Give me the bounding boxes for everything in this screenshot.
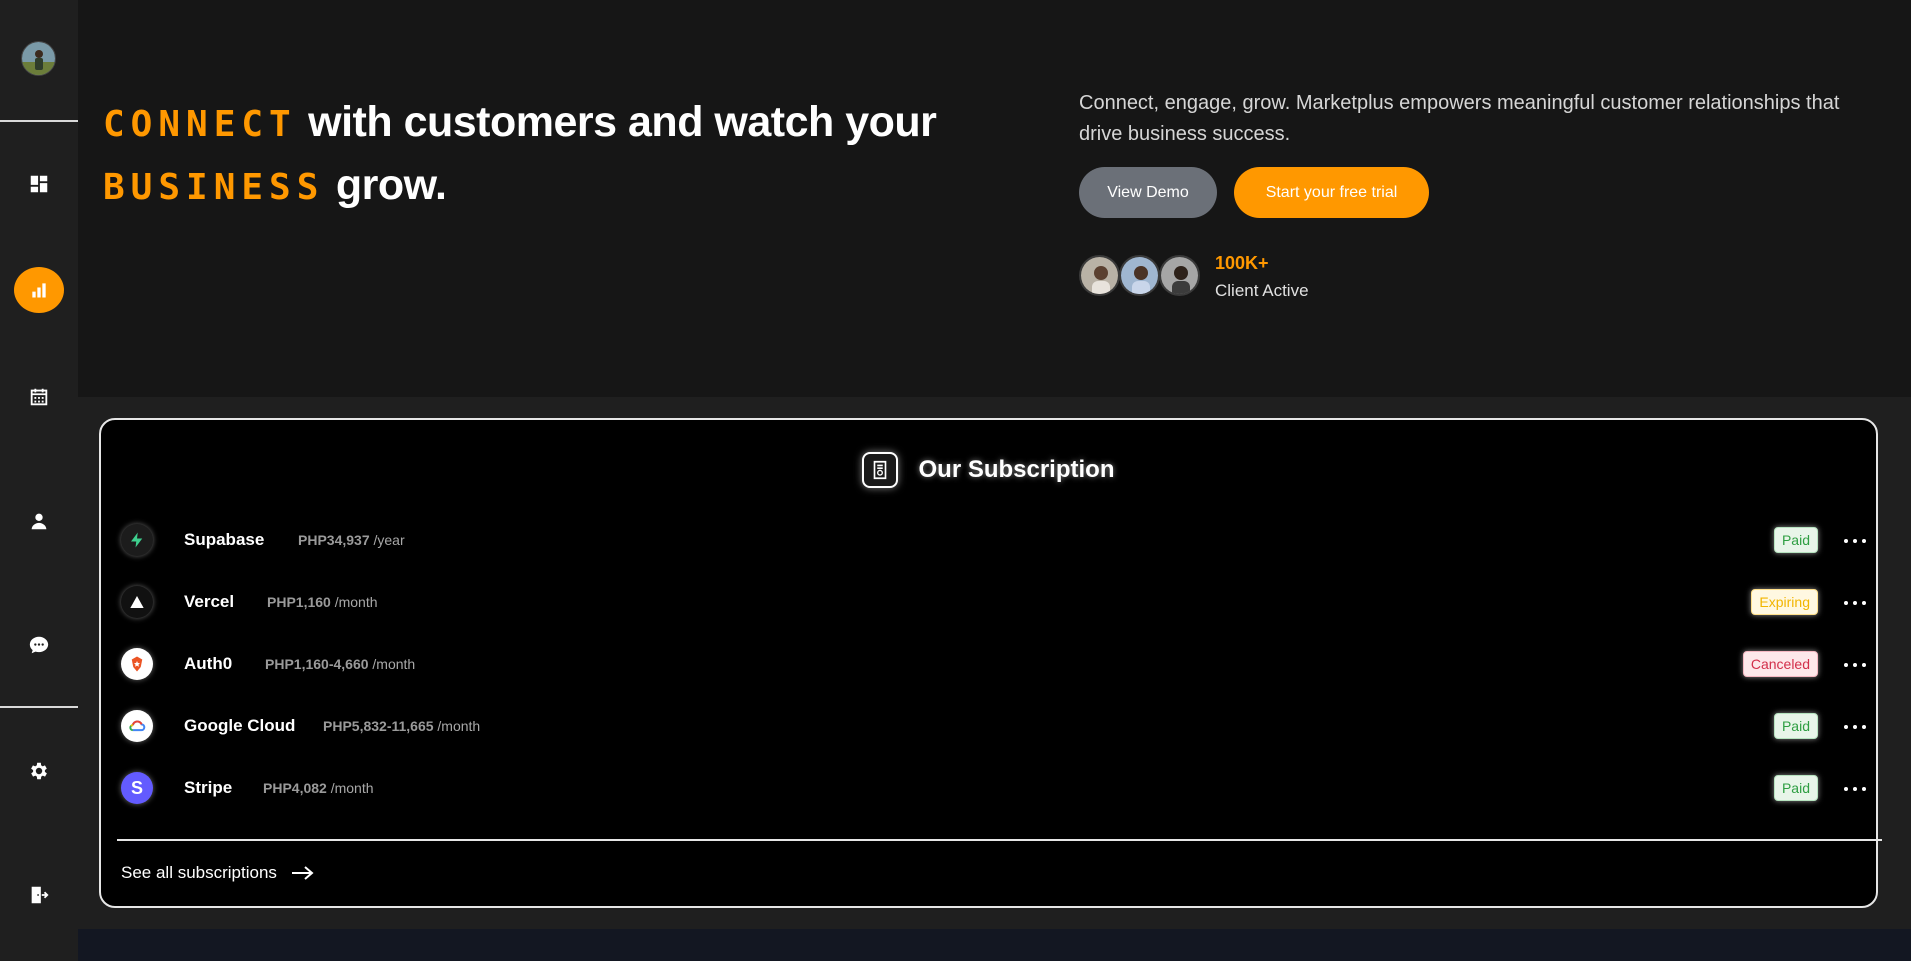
supabase-logo-icon [121, 524, 153, 556]
subscription-name: Google Cloud [184, 716, 296, 735]
headline-highlight-connect: CONNECT [103, 104, 297, 145]
subscription-row: Auth0 PHP1,160-4,660 /month Canceled [121, 646, 1866, 686]
stripe-logo-icon: S [121, 772, 153, 804]
subscription-name: Stripe [184, 778, 233, 797]
card-header: Our Subscription [101, 452, 1876, 488]
sidebar-divider [0, 120, 78, 122]
headline-text-1: with customers and watch your [296, 98, 937, 146]
hero-section: CONNECT with customers and watch your BU… [78, 0, 1911, 397]
client-avatar [1079, 255, 1120, 296]
headline-highlight-business: BUSINESS [103, 167, 325, 208]
client-avatar [1159, 255, 1200, 296]
subscription-row: Supabase PHP34,937 /year Paid [121, 522, 1866, 562]
gear-icon [31, 762, 47, 780]
chat-icon [29, 636, 49, 654]
free-trial-button[interactable]: Start your free trial [1234, 167, 1429, 218]
subscription-name: Vercel [184, 592, 235, 611]
subscription-name: Auth0 [184, 654, 233, 673]
view-demo-button[interactable]: View Demo [1079, 167, 1217, 218]
subscription-card: Our Subscription Supabase PHP34,937 /yea… [99, 418, 1882, 908]
document-icon [862, 452, 899, 488]
client-count-label: Client Active [1215, 281, 1309, 300]
avatar[interactable] [21, 41, 56, 76]
more-options-icon[interactable] [1844, 718, 1866, 736]
card-title: Our Subscription [918, 456, 1115, 483]
card-divider [117, 839, 1882, 841]
headline-text-2: grow. [324, 161, 447, 209]
sidebar-item-settings[interactable] [0, 749, 78, 793]
sidebar-item-analytics[interactable] [0, 267, 78, 313]
subscription-price: PHP4,082 /month [263, 780, 374, 796]
subscription-name: Supabase [184, 530, 265, 549]
calendar-icon [30, 388, 48, 406]
logout-icon [31, 886, 49, 904]
sidebar-item-dashboard[interactable] [0, 162, 78, 206]
sidebar [0, 0, 78, 961]
subscription-price: PHP1,160-4,660 /month [265, 656, 416, 672]
auth0-logo-icon [121, 648, 153, 680]
sidebar-item-logout[interactable] [0, 873, 78, 917]
vercel-logo-icon [121, 586, 153, 618]
subscription-row: S Stripe PHP4,082 /month Paid [121, 770, 1866, 810]
subscription-price: PHP34,937 /year [298, 532, 405, 548]
client-count: 100K+ [1215, 253, 1269, 273]
active-indicator [14, 267, 64, 313]
subscription-price: PHP5,832-11,665 /month [323, 718, 481, 734]
status-badge: Paid [1773, 527, 1818, 553]
hero-description: Connect, engage, grow. Marketplus empowe… [1079, 92, 1840, 145]
see-all-label: See all subscriptions [121, 863, 277, 882]
more-options-icon[interactable] [1844, 656, 1866, 674]
footer-strip [78, 929, 1911, 961]
user-icon [31, 513, 47, 530]
status-badge: Paid [1773, 775, 1818, 801]
sidebar-item-messages[interactable] [0, 623, 78, 667]
more-options-icon[interactable] [1844, 532, 1866, 550]
subscription-row: Vercel PHP1,160 /month Expiring [121, 584, 1866, 624]
client-avatar [1119, 255, 1160, 296]
status-badge: Paid [1773, 713, 1818, 739]
sidebar-item-calendar[interactable] [0, 375, 78, 419]
sidebar-divider [0, 706, 78, 708]
status-badge: Canceled [1742, 651, 1818, 677]
google-cloud-logo-icon [121, 710, 153, 742]
hero-headline: CONNECT with customers and watch your BU… [103, 92, 1003, 218]
sidebar-item-profile[interactable] [0, 499, 78, 543]
see-all-subscriptions-link[interactable]: See all subscriptions [121, 863, 315, 883]
status-badge: Expiring [1751, 589, 1818, 615]
subscription-price: PHP1,160 /month [267, 594, 378, 610]
arrow-right-icon [291, 866, 314, 880]
dashboard-icon [30, 175, 48, 193]
chart-icon [32, 283, 46, 298]
more-options-icon[interactable] [1844, 594, 1866, 612]
subscription-row: Google Cloud PHP5,832-11,665 /month Paid [121, 708, 1866, 748]
more-options-icon[interactable] [1844, 780, 1866, 798]
subscription-section: Our Subscription Supabase PHP34,937 /yea… [78, 397, 1911, 929]
